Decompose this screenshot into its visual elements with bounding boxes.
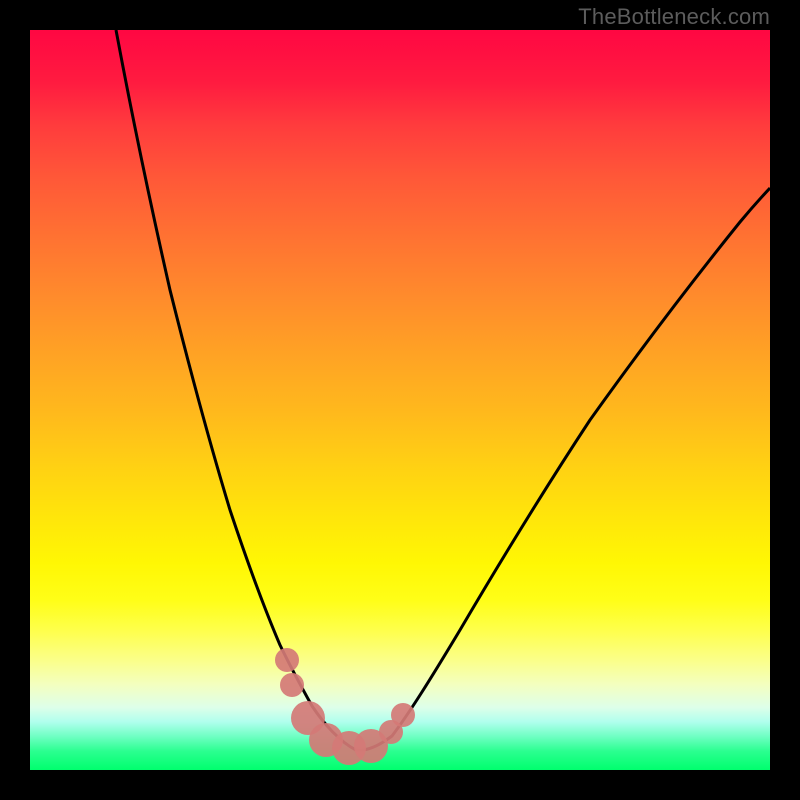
- plot-area: [30, 30, 770, 770]
- marker-dot: [280, 673, 304, 697]
- knee-marker-group: [275, 648, 415, 765]
- bottleneck-curve: [116, 30, 770, 750]
- marker-dot: [275, 648, 299, 672]
- chart-frame: TheBottleneck.com: [0, 0, 800, 800]
- curve-layer: [30, 30, 770, 770]
- watermark-text: TheBottleneck.com: [578, 4, 770, 30]
- marker-dot: [391, 703, 415, 727]
